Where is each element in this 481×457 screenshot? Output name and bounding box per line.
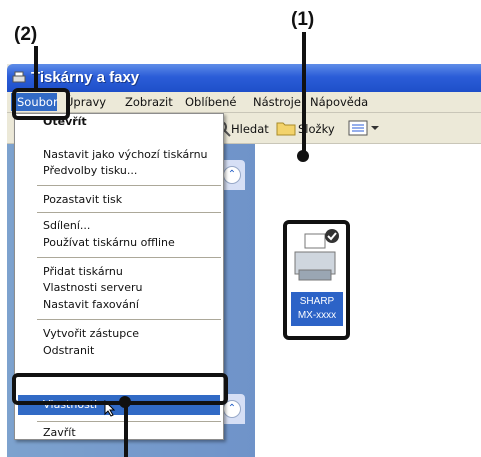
folders-icon[interactable] xyxy=(276,119,296,137)
menu-separator xyxy=(37,421,221,422)
callout-3-dot xyxy=(119,396,131,408)
menu-edit[interactable]: Úpravy xyxy=(65,95,106,109)
views-icon xyxy=(348,120,379,136)
menu-item-set-up-faxing[interactable]: Nastavit faxování xyxy=(43,298,139,311)
printer-model: MX-xxxx xyxy=(297,310,337,321)
menu-separator xyxy=(37,257,221,258)
menu-item-create-shortcut[interactable]: Vytvořit zástupce xyxy=(43,327,139,340)
menu-separator xyxy=(37,319,221,320)
menu-item-use-offline[interactable]: Používat tiskárnu offline xyxy=(43,236,175,249)
menu-tools[interactable]: Nástroje xyxy=(253,95,301,109)
menu-item-close[interactable]: Zavřít xyxy=(43,426,76,439)
views-button[interactable] xyxy=(347,118,381,138)
menu-item-print-preferences[interactable]: Předvolby tisku... xyxy=(43,164,137,177)
callout-1-line xyxy=(302,32,306,154)
menu-favorites[interactable]: Oblíbené xyxy=(185,95,236,109)
menu-separator xyxy=(37,212,221,213)
title-bar: Tiskárny a faxy xyxy=(7,64,481,92)
menu-item-delete[interactable]: Odstranit xyxy=(43,344,94,357)
printer-brand: SHARP xyxy=(299,296,335,307)
menu-item-add-printer[interactable]: Přidat tiskárnu xyxy=(43,265,123,278)
menu-item-pause-printing[interactable]: Pozastavit tisk xyxy=(43,193,122,206)
printer-window-icon xyxy=(12,71,26,83)
printer-icon-sharp[interactable]: SHARP MX-xxxx xyxy=(283,220,350,340)
callout-2-line xyxy=(34,46,38,90)
menu-item-set-default[interactable]: Nastavit jako výchozí tiskárnu xyxy=(43,148,208,161)
menu-view[interactable]: Zobrazit xyxy=(125,95,173,109)
search-button-label[interactable]: Hledat xyxy=(231,122,269,136)
callout-3-line xyxy=(124,401,128,457)
callout-label-1: (1) xyxy=(291,9,315,30)
callout-1-dot xyxy=(297,150,309,162)
default-printer-check-icon xyxy=(325,229,339,243)
window-title: Tiskárny a faxy xyxy=(31,69,140,86)
menu-item-sharing[interactable]: Sdílení... xyxy=(43,219,90,232)
menu-item-server-properties[interactable]: Vlastnosti serveru xyxy=(43,281,142,294)
printer-name-label: SHARP MX-xxxx xyxy=(291,292,343,326)
callout-label-2: (2) xyxy=(14,24,38,45)
menu-bar: Úpravy Zobrazit Oblíbené Nástroje Nápově… xyxy=(7,92,481,113)
menu-separator xyxy=(37,185,221,186)
collapse-top-button[interactable]: ⌃ xyxy=(223,166,241,184)
menu-help[interactable]: Nápověda xyxy=(310,95,368,109)
callout-2-frame xyxy=(12,88,70,120)
